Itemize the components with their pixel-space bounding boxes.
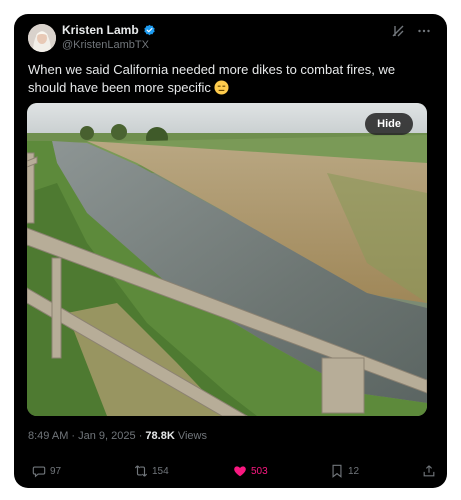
meta-separator: · xyxy=(135,430,146,442)
tweet-body: When we said California needed more dike… xyxy=(28,62,396,95)
reply-icon xyxy=(32,466,46,478)
action-bar: 97 154 503 12 xyxy=(28,464,436,480)
bookmark-button[interactable]: 12 xyxy=(330,464,359,478)
tweet-time[interactable]: 8:49 AM xyxy=(28,430,68,442)
bookmark-icon xyxy=(332,464,342,478)
bookmark-count: 12 xyxy=(348,465,360,477)
avatar[interactable] xyxy=(28,24,56,52)
header-icons xyxy=(391,24,431,41)
share-icon xyxy=(423,465,435,477)
author-handle[interactable]: @KristenLambTX xyxy=(62,39,149,51)
repost-button[interactable]: 154 xyxy=(134,464,169,478)
verified-badge-icon xyxy=(143,24,156,37)
tweet-meta: 8:49 AM · Jan 9, 2025 · 78.8K Views xyxy=(28,430,207,442)
views-count: 78.8K xyxy=(145,430,175,442)
hide-media-button[interactable]: Hide xyxy=(365,113,413,135)
tweet-text: When we said California needed more dike… xyxy=(28,61,428,97)
heart-icon xyxy=(234,466,246,477)
views-label: Views xyxy=(174,430,207,442)
share-button[interactable] xyxy=(422,464,436,478)
meta-separator: · xyxy=(68,430,79,442)
like-count: 503 xyxy=(251,465,268,477)
author-name-row: Kristen Lamb xyxy=(62,23,156,37)
tweet-date[interactable]: Jan 9, 2025 xyxy=(78,430,136,442)
repost-count: 154 xyxy=(152,465,169,477)
more-options-icon[interactable] xyxy=(417,24,431,41)
grok-icon[interactable] xyxy=(391,24,405,41)
tweet-photo[interactable]: Hide xyxy=(27,103,427,416)
like-button[interactable]: 503 xyxy=(233,464,268,478)
reply-button[interactable]: 97 xyxy=(32,464,61,478)
author-name[interactable]: Kristen Lamb xyxy=(62,23,139,37)
expressionless-face-emoji-icon xyxy=(214,80,229,95)
tweet-card: Kristen Lamb @KristenLambTX When we said… xyxy=(14,14,447,488)
reply-count: 97 xyxy=(50,465,62,477)
repost-icon xyxy=(134,465,148,477)
